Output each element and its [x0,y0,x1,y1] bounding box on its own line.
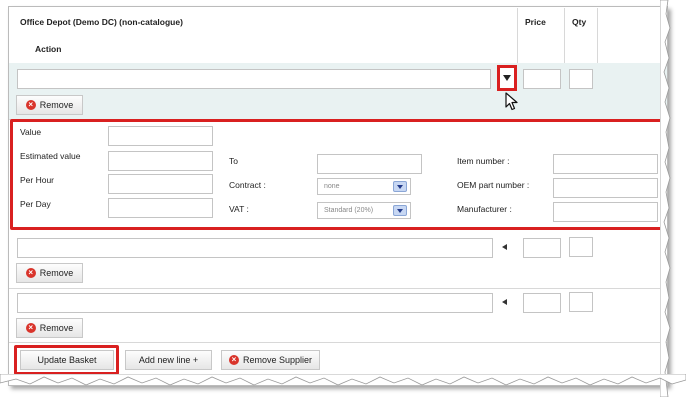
price-input[interactable] [523,293,561,313]
value-label: Value [20,127,42,137]
remove-line-button[interactable]: × Remove [16,95,83,115]
mouse-cursor-icon [505,92,518,111]
price-input[interactable] [523,69,561,89]
per-hour-label: Per Hour [20,175,55,185]
column-header-qty: Qty [572,17,587,27]
contract-select-value: none [324,183,340,190]
column-divider [597,8,598,63]
per-day-input[interactable] [108,198,213,218]
per-day-label: Per Day [20,199,51,209]
row-divider [9,342,667,343]
item-number-label: Item number : [457,156,510,166]
remove-button-label: Remove [39,268,74,278]
add-new-line-label: Add new line + [138,355,199,365]
remove-button-label: Remove [39,100,74,110]
remove-x-icon: × [25,323,36,333]
vat-label: VAT : [229,204,249,214]
remove-supplier-label: Remove Supplier [242,355,313,365]
triangle-left-icon[interactable] [502,244,507,250]
item-number-input[interactable] [553,154,658,174]
contract-label: Contract : [229,180,266,190]
to-input[interactable] [317,154,422,174]
vat-select-value: Standard (20%) [324,207,374,214]
contract-select[interactable]: none [317,178,411,195]
triangle-left-icon[interactable] [502,299,507,305]
row-divider [9,288,667,289]
per-hour-input[interactable] [108,174,213,194]
value-input[interactable] [108,126,213,146]
oem-part-number-input[interactable] [553,178,658,198]
manufacturer-label: Manufacturer : [457,204,512,214]
triangle-down-icon [503,75,511,81]
remove-x-icon: × [228,355,239,365]
chevron-down-icon [393,205,407,216]
remove-x-icon: × [25,100,36,110]
oem-part-number-label: OEM part number : [457,180,530,190]
qty-input[interactable] [569,69,593,89]
qty-input[interactable] [569,237,593,257]
expand-details-button[interactable] [497,65,517,91]
update-basket-button[interactable]: Update Basket [20,350,114,370]
line-description-input[interactable] [17,238,493,258]
estimated-value-input[interactable] [108,151,213,171]
qty-input[interactable] [569,292,593,312]
column-header-price: Price [525,17,546,27]
remove-button-label: Remove [39,323,74,333]
add-new-line-button[interactable]: Add new line + [125,350,212,370]
torn-edge-right [660,0,671,397]
chevron-down-icon [393,181,407,192]
manufacturer-input[interactable] [553,202,658,222]
remove-line-button[interactable]: × Remove [16,263,83,283]
column-header-action: Action [35,44,62,54]
torn-edge-bottom [0,374,686,386]
supplier-title: Office Depot (Demo DC) (non-catalogue) [20,17,183,27]
remove-x-icon: × [25,268,36,278]
estimated-value-label: Estimated value [20,151,81,161]
update-basket-label: Update Basket [37,355,97,365]
vat-select[interactable]: Standard (20%) [317,202,411,219]
to-label: To [229,156,238,166]
remove-supplier-button[interactable]: × Remove Supplier [221,350,320,370]
line-description-input[interactable] [17,69,491,89]
remove-line-button[interactable]: × Remove [16,318,83,338]
column-divider [517,8,518,63]
line-description-input[interactable] [17,293,493,313]
column-divider [564,8,565,63]
price-input[interactable] [523,238,561,258]
